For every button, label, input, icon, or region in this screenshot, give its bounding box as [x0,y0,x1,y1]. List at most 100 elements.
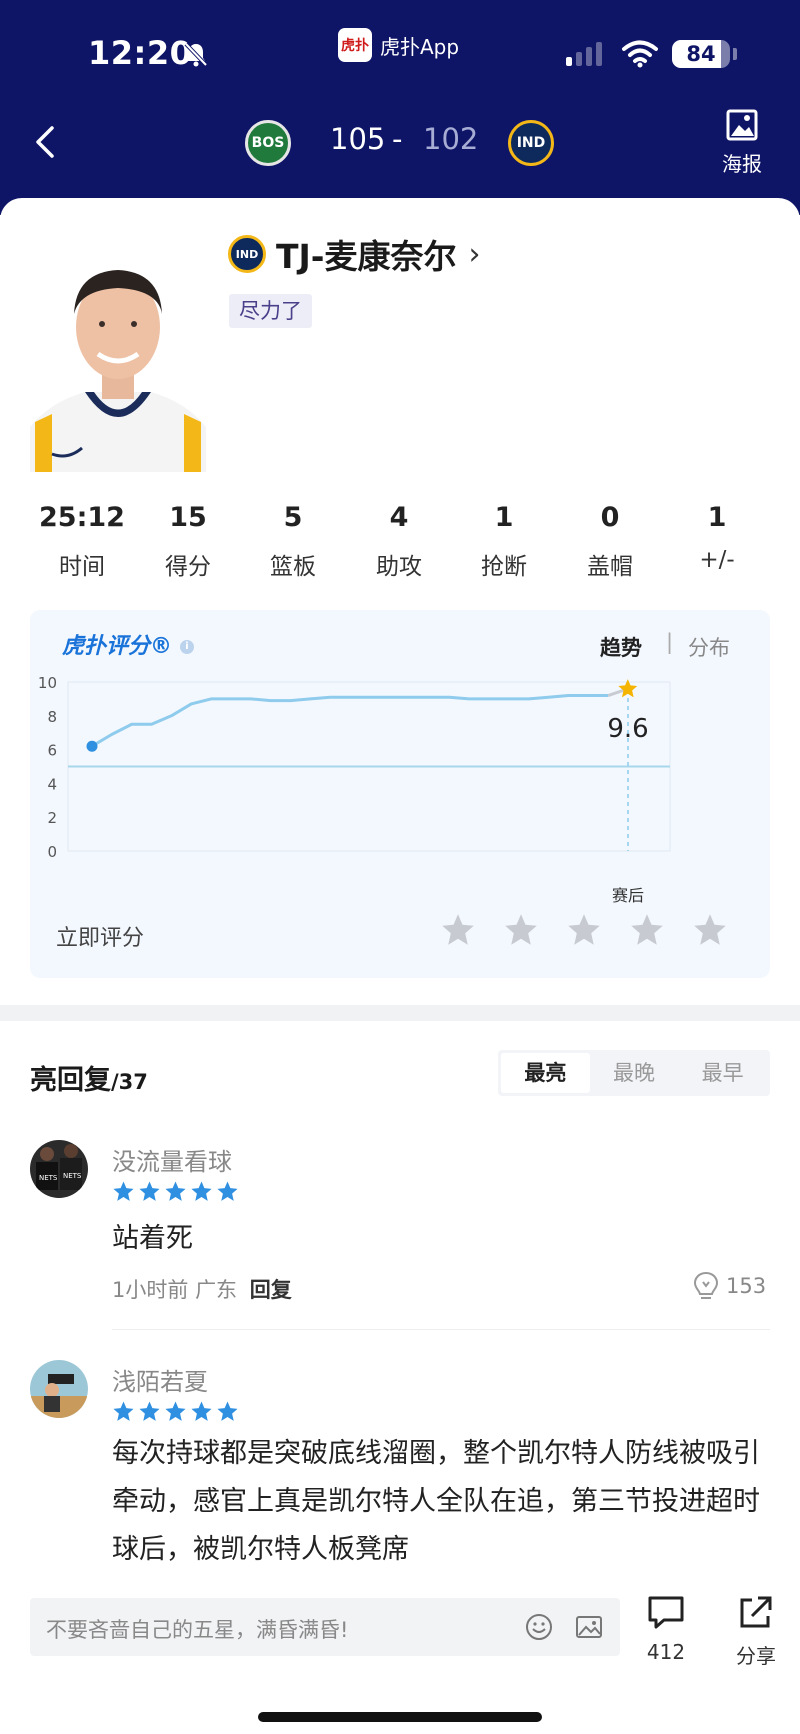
share-button[interactable]: 分享 [724,1594,788,1669]
player-tag: 尽力了 [229,294,312,328]
y-tick-label: 6 [47,742,57,760]
y-tick-label: 0 [47,843,57,861]
sort-tab-earliest[interactable]: 最早 [678,1053,767,1093]
app-indicator[interactable]: 虎扑 虎扑App [338,28,459,62]
rate-star-icon[interactable] [503,912,539,948]
final-rating-value: 9.6 [607,714,648,744]
comment-star-icon [165,1181,186,1201]
rate-star-icon[interactable] [692,912,728,948]
like-button[interactable]: 153 [692,1270,766,1302]
signal-icon [566,42,602,66]
emoji-icon[interactable] [524,1612,554,1642]
stat-label: 盖帽 [587,554,633,580]
comment-input[interactable]: 不要吝啬自己的五星，满昏满昏! [30,1598,620,1656]
sort-tabs: 最亮 最晚 最早 [498,1050,770,1096]
rating-panel: 虎扑评分® i 趋势 | 分布 10 8 6 4 2 0 9.6 赛后 立即评分 [30,610,770,978]
sort-tab-latest[interactable]: 最晚 [590,1053,679,1093]
comment-rating-stars [112,1180,239,1203]
home-indicator [258,1712,542,1722]
comment-location: 广东 [195,1278,238,1302]
home-score: 105 [330,122,386,156]
reply-button[interactable]: 回复 [250,1278,292,1302]
stat-label: 篮板 [270,554,316,580]
tab-separator: | [666,630,674,654]
series-line [91,694,609,748]
svg-text:NETS: NETS [63,1172,82,1180]
comment-username[interactable]: 浅陌若夏 [112,1362,208,1397]
stat-value: 15 [169,502,207,533]
sort-tab-brightest[interactable]: 最亮 [501,1053,590,1093]
comment-star-icon [191,1181,212,1201]
stat-value: 4 [389,502,409,533]
comment-divider [112,1329,770,1330]
tab-trend[interactable]: 趋势 [600,632,642,662]
replies-count: /37 [111,1070,148,1094]
back-button[interactable] [28,118,64,166]
stat-label: 得分 [165,554,211,580]
comment-text: 每次持球都是突破底线溜圈，整个凯尔特人防线被吸引牵动，感官上真是凯尔特人全队在追… [112,1438,760,1565]
poster-button[interactable]: 海报 [710,108,774,178]
stat-label: 助攻 [376,554,422,580]
away-team-logo[interactable]: IND [508,120,554,166]
x-marker-label: 赛后 [612,886,644,905]
like-count: 153 [726,1274,767,1298]
player-team-logo: IND [228,235,266,273]
status-time: 12:20 [88,34,193,72]
stat-assists: 4 助攻 [344,502,454,581]
rating-trend-chart: 10 8 6 4 2 0 9.6 赛后 [38,674,671,905]
comment-star-icon [217,1401,238,1421]
battery-icon: 84 [672,40,730,68]
comment-input-placeholder: 不要吝啬自己的五星，满昏满昏! [46,1618,349,1642]
replies-title: 亮回复/37 [30,1065,148,1096]
stat-value: 1 [494,502,514,533]
home-team-logo[interactable]: BOS [245,120,291,166]
user-avatar[interactable] [30,1360,88,1418]
comment-time: 1小时前 [112,1278,189,1302]
comment-count: 412 [646,1640,686,1664]
stat-rebounds: 5 篮板 [238,502,348,581]
y-tick-label: 2 [47,809,57,827]
rate-star-icon[interactable] [566,912,602,948]
player-header[interactable]: IND TJ-麦康奈尔 › [228,230,481,278]
poster-image-icon [726,109,758,141]
stat-value: 5 [283,502,303,533]
app-header: 12:20 虎扑 虎扑App 84 BOS 105 - 102 IND 海报 [0,0,800,215]
comment-star-icon [139,1181,160,1201]
svg-text:NETS: NETS [39,1174,58,1182]
comment-username[interactable]: 没流量看球 [112,1142,232,1177]
score-separator: - [392,122,403,156]
stat-label: +/- [699,547,735,573]
stat-value: 0 [600,502,620,533]
tab-distribution[interactable]: 分布 [688,632,730,662]
comment-star-icon [165,1401,186,1421]
stat-value: 1 [707,502,727,533]
player-name: TJ-麦康奈尔 [276,237,457,276]
y-tick-label: 10 [38,674,57,692]
rate-star-icon[interactable] [440,912,476,948]
comment-star-icon [191,1401,212,1421]
rate-now-label: 立即评分 [56,926,145,951]
rating-stars[interactable] [440,912,728,948]
stat-plus-minus: 1 +/- [662,502,772,573]
poster-label: 海报 [722,152,762,176]
rate-star-icon[interactable] [629,912,665,948]
comments-button[interactable]: 412 [638,1594,694,1664]
share-label: 分享 [736,1644,776,1668]
app-logo-icon: 虎扑 [338,28,372,62]
series-start-point [86,740,98,752]
comment-star-icon [113,1401,134,1421]
user-avatar[interactable]: NETS NETS [30,1140,88,1198]
player-photo [30,242,206,472]
stat-steals: 1 抢断 [449,502,559,581]
info-icon[interactable]: i [180,640,195,654]
rating-logo: 虎扑评分® i [62,628,195,660]
comment-star-icon [217,1181,238,1201]
lightbulb-icon [693,1271,719,1299]
comment-text: 站着死 [112,1223,193,1254]
image-icon[interactable] [574,1612,604,1642]
comment-star-icon [139,1401,160,1421]
app-name: 虎扑App [380,34,460,59]
section-divider [0,1005,800,1021]
y-tick-label: 4 [47,775,57,793]
comment-bubble-icon [648,1596,684,1629]
